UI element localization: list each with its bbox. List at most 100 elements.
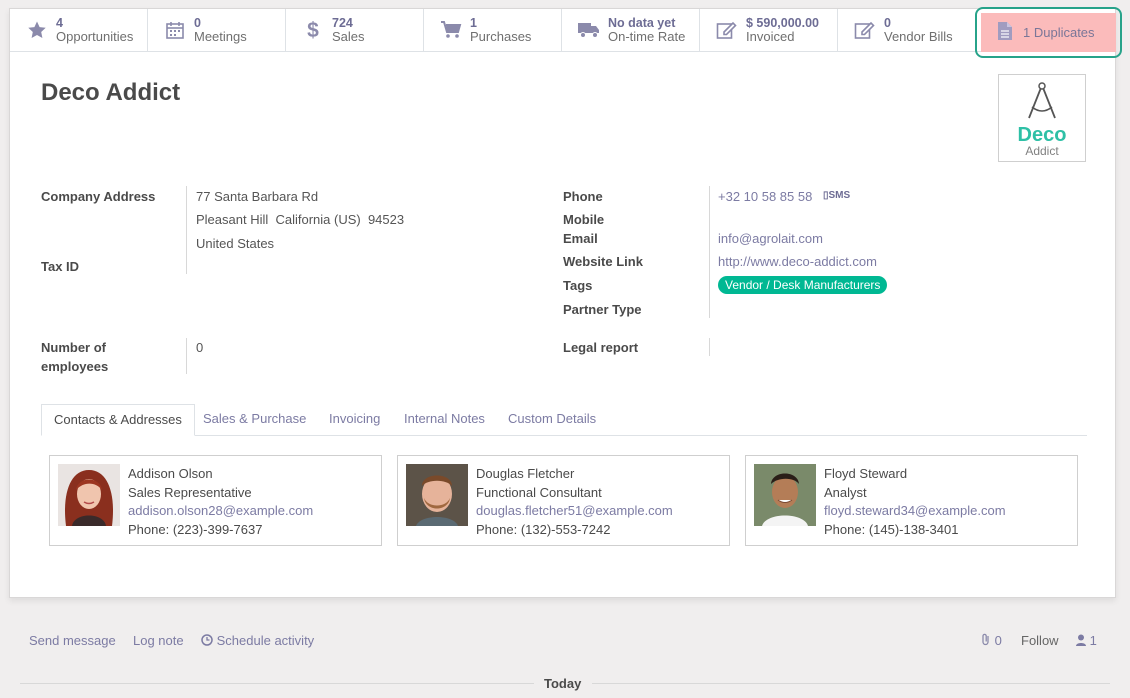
contact-name: Addison Olson bbox=[128, 466, 213, 481]
edit-icon bbox=[708, 20, 746, 40]
today-separator: Today bbox=[544, 676, 582, 691]
vendor-bills-count: 0 bbox=[884, 16, 891, 30]
contact-phone: Phone: (132)-553-7242 bbox=[476, 521, 611, 537]
purchases-count: 1 bbox=[470, 16, 477, 30]
website-label: Website Link bbox=[563, 254, 643, 269]
document-icon bbox=[997, 21, 1013, 44]
truck-icon bbox=[570, 21, 608, 39]
meetings-button[interactable]: 0 Meetings bbox=[148, 9, 286, 51]
log-note-button[interactable]: Log note bbox=[133, 633, 184, 648]
sales-label: Sales bbox=[332, 29, 365, 44]
logo-text-deco: Deco bbox=[1017, 124, 1067, 146]
employees-field[interactable]: 0 bbox=[196, 340, 203, 355]
tag-badge[interactable]: Vendor / Desk Manufacturers bbox=[718, 276, 888, 294]
contact-role: Analyst bbox=[824, 484, 867, 500]
smart-button-bar: 4 Opportunities 0 Meetings $ 724 Sales 1 Pur… bbox=[10, 9, 1117, 52]
attachments-count: 0 bbox=[994, 633, 1002, 648]
field-separator bbox=[709, 338, 710, 356]
field-separator bbox=[186, 338, 187, 374]
employees-label-line1: Number of bbox=[41, 340, 106, 355]
opportunities-count: 4 bbox=[56, 16, 63, 30]
email-field[interactable]: info@agrolait.com bbox=[718, 231, 823, 246]
contact-name: Douglas Fletcher bbox=[476, 466, 575, 481]
cart-icon bbox=[432, 20, 470, 40]
opportunities-button[interactable]: 4 Opportunities bbox=[10, 9, 148, 51]
field-separator bbox=[709, 186, 710, 318]
contact-email[interactable]: douglas.fletcher51@example.com bbox=[476, 502, 673, 521]
contact-email[interactable]: addison.olson28@example.com bbox=[128, 502, 313, 521]
vendor-bills-label: Vendor Bills bbox=[884, 29, 953, 44]
tab-custom-details[interactable]: Custom Details bbox=[508, 404, 596, 436]
company-address-label: Company Address bbox=[41, 189, 156, 204]
company-logo[interactable]: Deco Addict bbox=[998, 74, 1086, 162]
meetings-label: Meetings bbox=[194, 29, 247, 44]
employees-label-line2: employees bbox=[41, 359, 109, 374]
tab-invoicing[interactable]: Invoicing bbox=[329, 404, 380, 436]
sms-label: SMS bbox=[828, 190, 851, 201]
sales-button[interactable]: $ 724 Sales bbox=[286, 9, 424, 51]
contact-email[interactable]: floyd.steward34@example.com bbox=[824, 502, 1006, 521]
logo-text-addict: Addict bbox=[1025, 144, 1059, 158]
duplicates-highlight: 1 Duplicates bbox=[975, 7, 1122, 58]
opportunities-label: Opportunities bbox=[56, 29, 134, 44]
invoiced-amount: $ 590,000.00 bbox=[746, 16, 819, 30]
schedule-activity-label: Schedule activity bbox=[216, 633, 315, 648]
meetings-count: 0 bbox=[194, 16, 201, 30]
tax-id-label: Tax ID bbox=[41, 259, 80, 274]
svg-text:$: $ bbox=[307, 19, 319, 41]
compass-icon bbox=[1028, 82, 1056, 119]
invoiced-label: Invoiced bbox=[746, 29, 795, 44]
on-time-rate-label: On-time Rate bbox=[608, 29, 686, 44]
divider bbox=[20, 683, 534, 684]
contact-card[interactable]: Addison Olson Sales Representative addis… bbox=[49, 455, 382, 546]
mobile-label: Mobile bbox=[563, 212, 605, 227]
contact-card[interactable]: Douglas Fletcher Functional Consultant d… bbox=[397, 455, 730, 546]
chatter: Send message Log note Schedule activity … bbox=[0, 610, 1130, 698]
send-message-button[interactable]: Send message bbox=[29, 633, 116, 648]
contact-card[interactable]: Floyd Steward Analyst floyd.steward34@ex… bbox=[745, 455, 1078, 546]
on-time-rate-value: No data yet bbox=[608, 16, 676, 30]
attachments-button[interactable]: 0 bbox=[981, 633, 1002, 648]
sms-button[interactable]: ▯SMS bbox=[823, 190, 850, 201]
partner-type-label: Partner Type bbox=[563, 302, 642, 317]
on-time-rate-button[interactable]: No data yet On-time Rate bbox=[562, 9, 700, 51]
invoiced-button[interactable]: $ 590,000.00 Invoiced bbox=[700, 9, 838, 51]
tab-internal-notes[interactable]: Internal Notes bbox=[404, 404, 485, 436]
star-icon bbox=[18, 20, 56, 40]
field-separator bbox=[186, 186, 187, 274]
divider bbox=[592, 683, 1110, 684]
city-state-zip-field[interactable]: Pleasant Hill California (US) 94523 bbox=[196, 212, 404, 227]
contact-role: Functional Consultant bbox=[476, 484, 602, 500]
calendar-icon bbox=[156, 20, 194, 40]
tags-label: Tags bbox=[563, 278, 593, 293]
website-field[interactable]: http://www.deco-addict.com bbox=[718, 254, 877, 269]
dollar-icon: $ bbox=[294, 19, 332, 41]
followers-count: 1 bbox=[1089, 633, 1097, 648]
street-field[interactable]: 77 Santa Barbara Rd bbox=[196, 189, 318, 204]
tab-contacts-addresses[interactable]: Contacts & Addresses bbox=[41, 404, 195, 436]
contact-name: Floyd Steward bbox=[824, 466, 908, 481]
contact-phone: Phone: (223)-399-7637 bbox=[128, 521, 263, 537]
country-field[interactable]: United States bbox=[196, 236, 274, 251]
notebook-tabs: Contacts & Addresses Sales & Purchase In… bbox=[41, 404, 1087, 436]
tab-sales-purchase[interactable]: Sales & Purchase bbox=[203, 404, 306, 436]
user-icon bbox=[1076, 633, 1090, 648]
followers-button[interactable]: 1 bbox=[1076, 633, 1097, 648]
duplicates-label: 1 Duplicates bbox=[1023, 25, 1095, 40]
purchases-label: Purchases bbox=[470, 29, 532, 44]
sales-count: 724 bbox=[332, 16, 353, 30]
avatar bbox=[406, 464, 468, 526]
duplicates-button[interactable]: 1 Duplicates bbox=[981, 13, 1116, 52]
vendor-bills-button[interactable]: 0 Vendor Bills bbox=[838, 9, 976, 51]
phone-label: Phone bbox=[563, 189, 603, 204]
schedule-activity-button[interactable]: Schedule activity bbox=[201, 633, 314, 648]
contact-role: Sales Representative bbox=[128, 484, 252, 500]
contact-phone: Phone: (145)-138-3401 bbox=[824, 521, 959, 537]
avatar bbox=[754, 464, 816, 526]
phone-field[interactable]: +32 10 58 85 58 bbox=[718, 189, 812, 204]
form-sheet: 4 Opportunities 0 Meetings $ 724 Sales 1 Pur… bbox=[9, 7, 1122, 598]
follow-button[interactable]: Follow bbox=[1021, 633, 1059, 648]
partner-name[interactable]: Deco Addict bbox=[41, 79, 180, 107]
legal-report-label: Legal report bbox=[563, 340, 639, 355]
purchases-button[interactable]: 1 Purchases bbox=[424, 9, 562, 51]
